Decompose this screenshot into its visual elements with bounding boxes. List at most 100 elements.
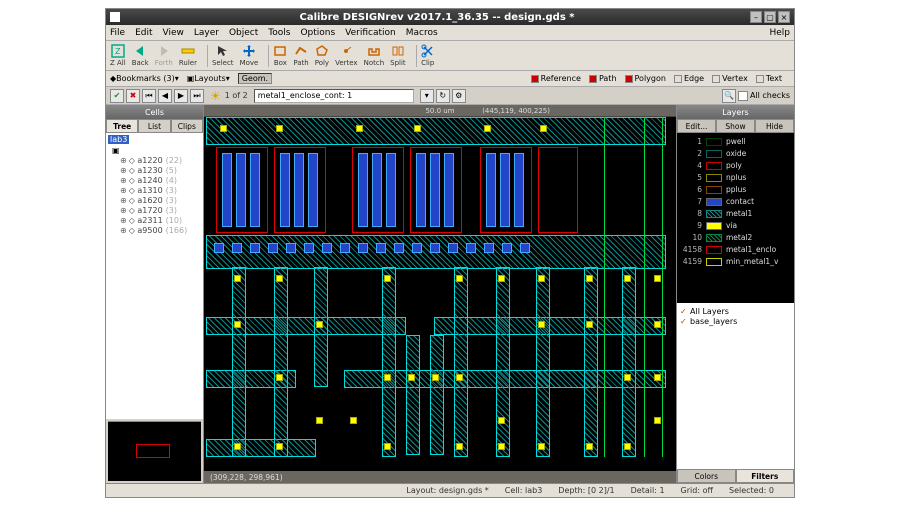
menu-view[interactable]: View bbox=[163, 28, 184, 38]
err-last-button[interactable]: ⏭ bbox=[190, 89, 204, 103]
app-window: Calibre DESIGNrev v2017.1_36.35 -- desig… bbox=[105, 8, 795, 498]
layer-row[interactable]: 4159min_metal1_v bbox=[680, 256, 791, 267]
layers-hide-button[interactable]: Hide bbox=[755, 119, 794, 133]
bookmarks-dropdown[interactable]: ◆ Bookmarks (3) ▾ bbox=[110, 74, 179, 83]
err-next-button[interactable]: ▶ bbox=[174, 89, 188, 103]
menu-options[interactable]: Options bbox=[300, 28, 335, 38]
layers-panel: Layers Edit... Show Hide 1pwell2oxide4po… bbox=[676, 105, 794, 483]
zoom-all-button[interactable]: ZZ All bbox=[110, 44, 126, 67]
menu-tools[interactable]: Tools bbox=[268, 28, 290, 38]
move-button[interactable]: Move bbox=[240, 44, 259, 67]
path-button[interactable]: Path bbox=[293, 44, 308, 67]
box-button[interactable]: Box bbox=[273, 44, 287, 67]
err-dropdown-icon[interactable]: ▾ bbox=[420, 89, 434, 103]
layers-edit-button[interactable]: Edit... bbox=[677, 119, 716, 133]
body-row: Cells Tree List Clips lab3 ▣ ⊕◇ a1220(22… bbox=[106, 105, 794, 483]
cell-tree-item[interactable]: ⊕◇ a1220(22) bbox=[108, 156, 201, 165]
err-settings-icon[interactable]: ⚙ bbox=[452, 89, 466, 103]
close-button[interactable]: × bbox=[778, 11, 790, 23]
filter-all-layers[interactable]: ✓All Layers bbox=[680, 307, 791, 316]
back-button[interactable]: Back bbox=[132, 44, 149, 67]
window-title: Calibre DESIGNrev v2017.1_36.35 -- desig… bbox=[126, 12, 748, 23]
err-prev-button[interactable]: ◀ bbox=[158, 89, 172, 103]
layout-canvas[interactable] bbox=[204, 117, 676, 471]
cell-tree-item[interactable]: ⊕◇ a1310(3) bbox=[108, 186, 201, 195]
layer-row[interactable]: 4158metal1_enclo bbox=[680, 244, 791, 255]
status-layout: Layout: design.gds * bbox=[406, 486, 488, 495]
menubar: File Edit View Layer Object Tools Option… bbox=[106, 25, 794, 41]
menu-object[interactable]: Object bbox=[229, 28, 258, 38]
layer-row[interactable]: 7contact bbox=[680, 196, 791, 207]
status-selected: Selected: 0 bbox=[729, 486, 774, 495]
filter-text[interactable]: Text bbox=[756, 74, 782, 83]
err-approve-icon[interactable]: ✔ bbox=[110, 89, 124, 103]
status-grid: Grid: off bbox=[681, 486, 713, 495]
err-refresh-icon[interactable]: ↻ bbox=[436, 89, 450, 103]
err-first-button[interactable]: ⏮ bbox=[142, 89, 156, 103]
layouts-dropdown[interactable]: ▣ Layouts ▾ bbox=[187, 74, 230, 83]
split-button[interactable]: Split bbox=[390, 44, 406, 67]
vertex-button[interactable]: Vertex bbox=[335, 44, 358, 67]
tab-clips[interactable]: Clips bbox=[171, 119, 203, 132]
layer-row[interactable]: 6pplus bbox=[680, 184, 791, 195]
cell-tree-item[interactable]: ⊕◇ a2311(10) bbox=[108, 216, 201, 225]
cell-tree-item[interactable]: ⊕◇ a9500(166) bbox=[108, 226, 201, 235]
secondary-toolbar: ◆ Bookmarks (3) ▾ ▣ Layouts ▾ Geom. Refe… bbox=[106, 71, 794, 87]
clip-button[interactable]: Clip bbox=[421, 44, 435, 67]
layer-row[interactable]: 4poly bbox=[680, 160, 791, 171]
layer-row[interactable]: 9via bbox=[680, 220, 791, 231]
poly-button[interactable]: Poly bbox=[315, 44, 329, 67]
highlight-icon[interactable]: ☀ bbox=[210, 89, 221, 103]
maximize-button[interactable]: ▢ bbox=[764, 11, 776, 23]
layer-list[interactable]: 1pwell2oxide4poly5nplus6pplus7contact8me… bbox=[677, 133, 794, 303]
cell-preview bbox=[108, 421, 201, 481]
filter-base-layers[interactable]: ✓base_layers bbox=[680, 317, 791, 326]
tab-list[interactable]: List bbox=[138, 119, 170, 132]
error-rule-select[interactable]: metal1_enclose_cont: 1 bbox=[254, 89, 414, 103]
layers-button-row: Edit... Show Hide bbox=[677, 119, 794, 133]
filter-polygon[interactable]: Polygon bbox=[625, 74, 666, 83]
preview-viewport-icon bbox=[136, 444, 170, 458]
ruler-button[interactable]: Ruler bbox=[179, 44, 197, 67]
layer-row[interactable]: 5nplus bbox=[680, 172, 791, 183]
filter-edge[interactable]: Edge bbox=[674, 74, 704, 83]
cell-tree-item[interactable]: ⊕◇ a1620(3) bbox=[108, 196, 201, 205]
cursor-coords: (445,119, 400,225) bbox=[482, 107, 550, 115]
menu-help[interactable]: Help bbox=[769, 28, 790, 38]
allchecks-checkbox[interactable] bbox=[738, 91, 748, 101]
cell-root[interactable]: lab3 bbox=[108, 135, 129, 144]
filter-reference[interactable]: Reference bbox=[531, 74, 581, 83]
status-detail: Detail: 1 bbox=[631, 486, 665, 495]
error-count: 1 of 2 bbox=[225, 91, 248, 100]
geom-toggle[interactable]: Geom. bbox=[238, 73, 272, 84]
menu-verification[interactable]: Verification bbox=[345, 28, 396, 38]
tab-tree[interactable]: Tree bbox=[106, 119, 138, 132]
menu-file[interactable]: File bbox=[110, 28, 125, 38]
minimize-button[interactable]: – bbox=[750, 11, 762, 23]
ruler-bar: 50.0 um (445,119, 400,225) bbox=[204, 105, 676, 117]
cell-tree-item[interactable]: ⊕◇ a1230(5) bbox=[108, 166, 201, 175]
tab-filters[interactable]: Filters bbox=[736, 469, 795, 483]
layers-show-button[interactable]: Show bbox=[716, 119, 755, 133]
layer-row[interactable]: 2oxide bbox=[680, 148, 791, 159]
forth-button[interactable]: Forth bbox=[155, 44, 173, 67]
layer-row[interactable]: 1pwell bbox=[680, 136, 791, 147]
cells-panel: Cells Tree List Clips lab3 ▣ ⊕◇ a1220(22… bbox=[106, 105, 204, 483]
select-button[interactable]: Select bbox=[212, 44, 234, 67]
cell-tree-item[interactable]: ⊕◇ a1720(3) bbox=[108, 206, 201, 215]
cell-tree-item[interactable]: ⊕◇ a1240(4) bbox=[108, 176, 201, 185]
err-reject-icon[interactable]: ✖ bbox=[126, 89, 140, 103]
menu-layer[interactable]: Layer bbox=[194, 28, 219, 38]
layer-row[interactable]: 10metal2 bbox=[680, 232, 791, 243]
menu-edit[interactable]: Edit bbox=[135, 28, 152, 38]
filter-vertex[interactable]: Vertex bbox=[712, 74, 748, 83]
menu-macros[interactable]: Macros bbox=[406, 28, 438, 38]
err-search-icon[interactable]: 🔍 bbox=[722, 89, 736, 103]
cell-tree[interactable]: lab3 ▣ ⊕◇ a1220(22)⊕◇ a1230(5)⊕◇ a1240(4… bbox=[106, 133, 203, 419]
filter-path[interactable]: Path bbox=[589, 74, 617, 83]
canvas-area: 50.0 um (445,119, 400,225) bbox=[204, 105, 676, 483]
app-icon bbox=[110, 12, 120, 22]
tab-colors[interactable]: Colors bbox=[677, 469, 736, 483]
layer-row[interactable]: 8metal1 bbox=[680, 208, 791, 219]
notch-button[interactable]: Notch bbox=[364, 44, 385, 67]
